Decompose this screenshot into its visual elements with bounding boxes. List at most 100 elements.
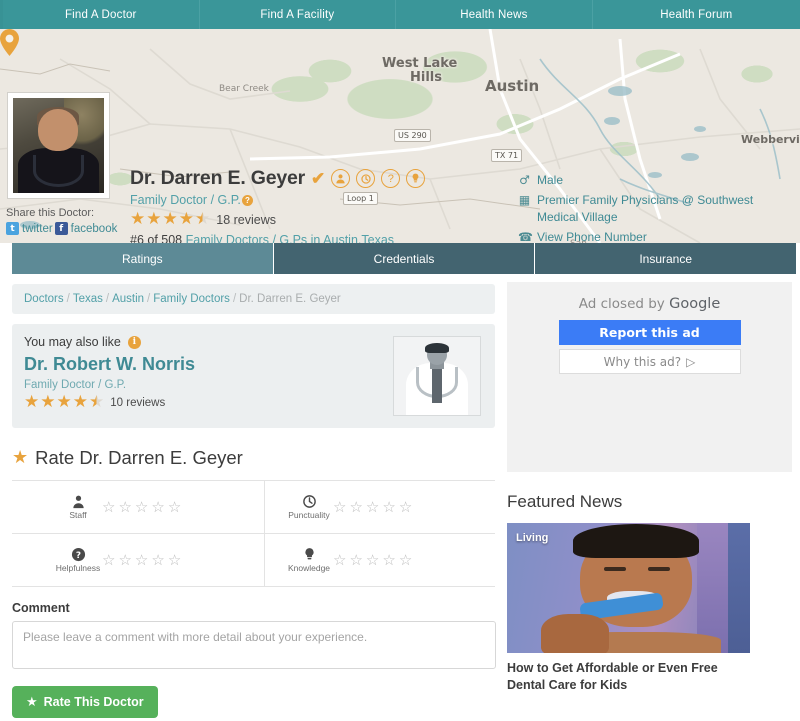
tab-credentials[interactable]: Credentials: [273, 243, 536, 274]
rate-star-1[interactable]: ☆: [102, 499, 115, 515]
topnav-item-find-a-facility[interactable]: Find A Facility: [200, 0, 397, 29]
topnav-label: Health Forum: [660, 8, 733, 21]
breadcrumb-separator: /: [232, 293, 237, 305]
topnav-label: Health News: [460, 8, 528, 21]
rate-star-3[interactable]: ☆: [135, 552, 148, 568]
doctor-rating-stars: ★ ★ ★ ★ ★: [130, 211, 210, 228]
rating-criteria-row: ? Helpfulness ☆ ☆ ☆ ☆ ☆ Knowledge ☆ ☆ ☆ …: [12, 534, 495, 587]
tab-ratings[interactable]: Ratings: [12, 243, 274, 274]
topnav-item-find-a-doctor[interactable]: Find A Doctor: [3, 0, 200, 29]
rating-criterion-staff: Staff ☆ ☆ ☆ ☆ ☆: [12, 481, 264, 533]
ad-closed-label: Ad closed by: [578, 296, 665, 312]
clock-icon: Punctuality: [288, 494, 330, 520]
punctuality-star-input[interactable]: ☆ ☆ ☆ ☆ ☆: [333, 499, 412, 515]
google-brand-label: Google: [669, 296, 721, 312]
star-full: ★: [162, 209, 178, 229]
rate-star-2[interactable]: ☆: [349, 552, 362, 568]
phone-icon: ☎: [518, 230, 533, 243]
report-this-ad-button[interactable]: Report this ad: [558, 320, 741, 345]
play-triangle-icon: ▷: [686, 354, 696, 369]
star-icon: ★: [26, 694, 38, 710]
rate-star-1[interactable]: ☆: [333, 552, 346, 568]
comment-input[interactable]: [12, 621, 496, 669]
breadcrumb-item-austin[interactable]: Austin: [112, 293, 144, 305]
ad-closed-text: Ad closed by Google: [507, 296, 792, 312]
suggested-doctor-avatar: [393, 336, 481, 416]
rate-star-5[interactable]: ☆: [168, 552, 181, 568]
share-facebook-button[interactable]: f facebook: [54, 222, 117, 235]
rate-doctor-title: Rate Dr. Darren E. Geyer: [35, 447, 243, 468]
helpfulness-star-input[interactable]: ☆ ☆ ☆ ☆ ☆: [102, 552, 181, 568]
topnav-label: Find A Facility: [260, 8, 335, 21]
meta-row-gender: ♂ Male: [518, 172, 788, 189]
info-icon[interactable]: i: [127, 335, 141, 349]
rate-star-2[interactable]: ☆: [118, 499, 131, 515]
knowledge-badge-icon[interactable]: [406, 169, 426, 188]
facebook-icon: f: [54, 222, 68, 235]
twitter-icon: t: [6, 222, 19, 235]
doctor-avatar: [13, 98, 104, 193]
main-content: Doctors / Texas / Austin / Family Doctors / Dr. …: [0, 274, 800, 721]
rate-star-5[interactable]: ☆: [399, 552, 412, 568]
meta-row-phone[interactable]: ☎ View Phone Number: [518, 229, 788, 243]
meta-phone-text[interactable]: View Phone Number: [537, 229, 647, 243]
rate-star-5[interactable]: ☆: [168, 499, 181, 515]
rate-this-doctor-button[interactable]: ★ Rate This Doctor: [12, 686, 158, 718]
star-full: ★: [40, 392, 56, 412]
rate-star-5[interactable]: ☆: [399, 499, 412, 515]
why-this-ad-button[interactable]: Why this ad? ▷: [558, 349, 741, 374]
rate-star-1[interactable]: ☆: [333, 499, 346, 515]
rate-star-4[interactable]: ☆: [151, 552, 164, 568]
rate-star-2[interactable]: ☆: [349, 499, 362, 515]
rating-criterion-knowledge: Knowledge ☆ ☆ ☆ ☆ ☆: [264, 534, 495, 586]
news-headline[interactable]: How to Get Affordable or Even Free Denta…: [507, 660, 740, 694]
star-full: ★: [72, 392, 88, 412]
meta-row-practice[interactable]: ▦ Premier Family Physicians @ Southwest …: [518, 192, 788, 227]
person-icon: Staff: [64, 494, 92, 520]
star-full: ★: [24, 392, 40, 412]
share-twitter-label: twitter: [22, 222, 53, 235]
rate-star-4[interactable]: ☆: [151, 499, 164, 515]
tab-insurance[interactable]: Insurance: [535, 243, 797, 274]
breadcrumb-separator: /: [105, 293, 110, 305]
breadcrumb-current: Dr. Darren E. Geyer: [239, 293, 341, 305]
punctuality-badge-icon[interactable]: [356, 169, 376, 188]
rank-prefix: #6 of 508: [130, 233, 183, 243]
star-full: ★: [130, 209, 146, 229]
rate-star-2[interactable]: ☆: [118, 552, 131, 568]
rating-criterion-helpfulness: ? Helpfulness ☆ ☆ ☆ ☆ ☆: [12, 534, 264, 586]
staff-star-input[interactable]: ☆ ☆ ☆ ☆ ☆: [102, 499, 181, 515]
share-twitter-button[interactable]: t twitter: [6, 222, 53, 235]
rate-star-1[interactable]: ☆: [102, 552, 115, 568]
helpfulness-badge-icon[interactable]: ?: [381, 169, 401, 188]
star-full: ★: [146, 209, 162, 229]
suggestion-heading: You may also like: [24, 335, 121, 349]
topnav-item-health-news[interactable]: Health News: [396, 0, 593, 29]
specialty-help-icon[interactable]: ?: [241, 194, 253, 206]
criterion-label: Punctuality: [288, 510, 330, 520]
rate-star-4[interactable]: ☆: [382, 499, 395, 515]
rate-star-3[interactable]: ☆: [135, 499, 148, 515]
breadcrumb-item-texas[interactable]: Texas: [73, 293, 103, 305]
breadcrumb: Doctors / Texas / Austin / Family Doctors / Dr. …: [12, 284, 495, 314]
breadcrumb-item-doctors[interactable]: Doctors: [24, 293, 64, 305]
rate-star-3[interactable]: ☆: [366, 552, 379, 568]
rank-category-link[interactable]: Family Doctors / G.Ps in Austin,Texas: [186, 233, 394, 243]
page-title: Dr. Darren E. Geyer: [130, 167, 306, 189]
ad-container: Ad closed by Google Report this ad Why t…: [507, 282, 792, 472]
profile-tabs: Ratings Credentials Insurance: [0, 243, 800, 274]
knowledge-star-input[interactable]: ☆ ☆ ☆ ☆ ☆: [333, 552, 412, 568]
suggested-doctor-card[interactable]: You may also like i Dr. Robert W. Norris…: [12, 324, 495, 428]
doctor-specialty: Family Doctor / G.P.: [130, 193, 241, 207]
tab-label: Insurance: [639, 251, 693, 266]
rate-star-3[interactable]: ☆: [366, 499, 379, 515]
staff-badge-icon[interactable]: [331, 169, 351, 188]
criterion-label: Helpfulness: [55, 563, 101, 573]
star-half: ★: [195, 209, 211, 229]
rate-star-4[interactable]: ☆: [382, 552, 395, 568]
rating-criteria-row: Staff ☆ ☆ ☆ ☆ ☆ Punctuality ☆ ☆ ☆ ☆ ☆: [12, 481, 495, 534]
meta-practice-text[interactable]: Premier Family Physicians @ Southwest Me…: [537, 192, 788, 227]
breadcrumb-item-family-doctors[interactable]: Family Doctors: [153, 293, 230, 305]
topnav-item-health-forum[interactable]: Health Forum: [593, 0, 800, 29]
news-card[interactable]: Living How to Get Affordable or Even Fre…: [507, 523, 750, 694]
